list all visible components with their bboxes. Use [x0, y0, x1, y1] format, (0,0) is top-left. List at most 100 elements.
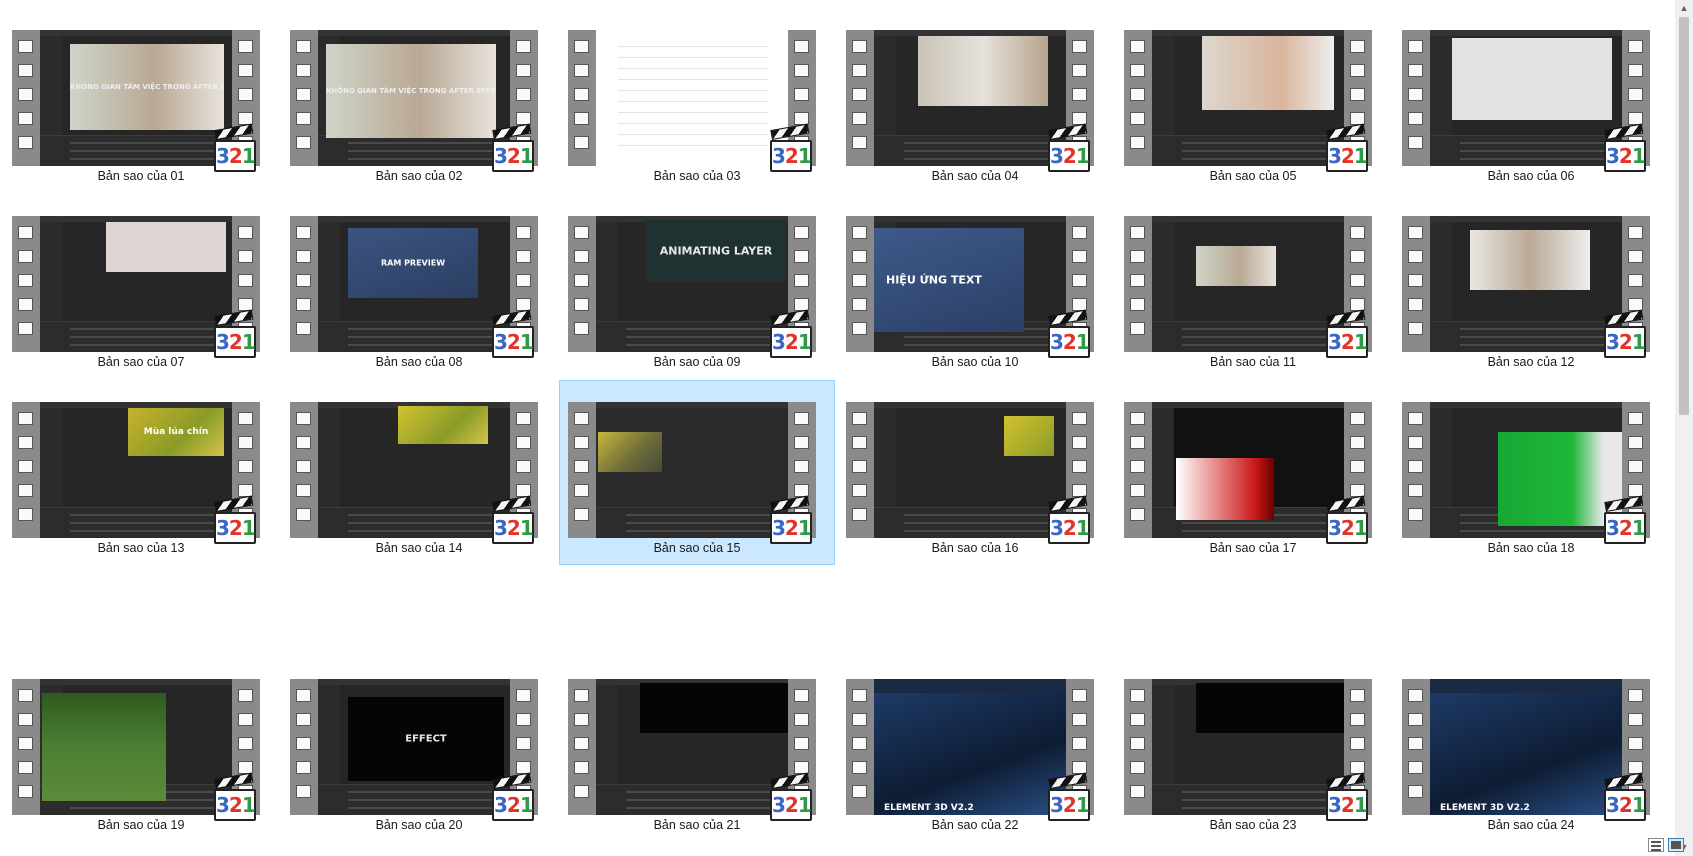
file-item[interactable]: 321 Bản sao của 16 [837, 380, 1113, 565]
video-overlay-text: KHÔNG GIAN TÂM VIỆC TRONG AFTER EFFECT [326, 87, 496, 95]
film-strip-edge [568, 402, 596, 538]
video-preview [1452, 38, 1612, 120]
badge-digit: 3 [216, 330, 230, 354]
badge-digit: 2 [506, 793, 521, 817]
file-item[interactable]: Mùa lúa chín 321 Bản sao của 13 [3, 380, 279, 565]
video-frame [1152, 679, 1344, 815]
file-item[interactable]: HIỆU ỨNG TEXT 321 Bản sao của 10 [837, 194, 1113, 379]
file-item[interactable]: 321 Bản sao của 05 [1115, 8, 1391, 193]
file-name-label: Bản sao của 12 [1487, 355, 1575, 369]
video-frame: ELEMENT 3D V2.2 [874, 679, 1066, 815]
video-frame [1430, 30, 1622, 166]
file-item[interactable]: 321 Bản sao của 17 [1115, 380, 1391, 565]
file-name-label: Bản sao của 24 [1487, 818, 1575, 832]
badge-digit: 2 [228, 793, 243, 817]
media-player-classic-icon: 321 [1324, 123, 1370, 174]
file-name-label: Bản sao của 04 [931, 169, 1019, 183]
video-frame [1152, 30, 1344, 166]
film-strip-edge [290, 30, 318, 166]
video-preview [42, 693, 166, 801]
badge-digit: 3 [772, 330, 786, 354]
file-item[interactable]: FLIGHT321Bản sao của 18 [1393, 380, 1669, 565]
video-thumbnail: 321 [568, 402, 816, 544]
video-preview [640, 683, 788, 733]
badge-digit: 1 [1631, 793, 1646, 817]
media-player-classic-icon: 321 [768, 309, 814, 360]
badge-digit: 2 [1618, 516, 1633, 540]
media-player-classic-icon: 321 [490, 772, 536, 823]
video-preview [1202, 36, 1334, 110]
badge-digit: 1 [241, 516, 256, 540]
file-item[interactable]: 321 Bản sao của 14 [281, 380, 557, 565]
badge-digit: 2 [1062, 793, 1077, 817]
badge-digit: 1 [1353, 330, 1368, 354]
file-item[interactable]: KHÔNG GIAN TÂM VIỆC TRONG AFTER EFFECT 32… [281, 8, 557, 193]
file-item[interactable]: 321 Bản sao của 07 [3, 194, 279, 379]
file-name-label: Bản sao của 01 [97, 169, 185, 183]
media-player-classic-icon: 321 [1046, 309, 1092, 360]
file-item[interactable]: 321 Bản sao của 23 [1115, 657, 1391, 842]
badge-digit: 3 [1328, 330, 1342, 354]
film-strip-edge [846, 216, 874, 352]
file-name-label: Bản sao của 20 [375, 818, 463, 832]
badge-digit: 3 [1606, 516, 1620, 540]
file-item[interactable]: KHÓNG GIAN TÂM VIỆC TRONG AFTER EFFECT 32… [3, 8, 279, 193]
video-thumbnail: HIỆU ỨNG TEXT 321 [846, 216, 1094, 358]
video-preview: HIỆU ỨNG TEXT [874, 228, 1024, 332]
details-view-icon[interactable] [1648, 838, 1664, 852]
media-player-classic-icon: 321 [768, 772, 814, 823]
badge-digit: 1 [1075, 144, 1090, 168]
film-strip-edge [12, 679, 40, 815]
file-item[interactable]: 321 Bản sao của 06 [1393, 8, 1669, 193]
file-name-label: Bản sao của 07 [97, 355, 185, 369]
media-player-classic-icon: 321 [1046, 772, 1092, 823]
video-frame [1430, 216, 1622, 352]
badge-digit: 3 [1606, 330, 1620, 354]
media-player-classic-icon: 321 [1602, 309, 1648, 360]
file-name-label: Bản sao của 18 [1487, 541, 1575, 555]
badge-digit: 2 [1340, 516, 1355, 540]
badge-digit: 3 [772, 144, 786, 168]
file-name-label: Bản sao của 13 [97, 541, 185, 555]
film-strip-edge [1402, 402, 1430, 538]
file-item[interactable]: 321 Bản sao của 04 [837, 8, 1113, 193]
badge-digit: 3 [1328, 793, 1342, 817]
file-item[interactable]: 321 Bản sao của 19 [3, 657, 279, 842]
badge-digit: 3 [494, 144, 508, 168]
video-overlay-text: RAM PREVIEW [380, 258, 446, 268]
file-name-label: Bản sao của 21 [653, 818, 741, 832]
badge-digit: 1 [1631, 330, 1646, 354]
badge-digit: 1 [797, 516, 812, 540]
file-item[interactable]: 321 Bản sao của 21 [559, 657, 835, 842]
badge-digit: 1 [519, 516, 534, 540]
scrollbar-thumb[interactable] [1679, 17, 1689, 415]
file-item[interactable]: RAM PREVIEW 321 Bản sao của 08 [281, 194, 557, 379]
badge-digit: 2 [784, 516, 799, 540]
media-player-classic-icon: 321 [1046, 495, 1092, 546]
file-item[interactable]: ELEMENT 3D V2.2 321 Bản sao của 22 [837, 657, 1113, 842]
file-item[interactable]: EFFECT 321 Bản sao của 20 [281, 657, 557, 842]
video-frame: KHÔNG GIAN TÂM VIỆC TRONG AFTER EFFECT [318, 30, 510, 166]
chevron-up-icon[interactable]: ▲ [1675, 0, 1693, 17]
large-icons-view-icon[interactable] [1668, 838, 1684, 852]
file-item[interactable]: 321 Bản sao của 11 [1115, 194, 1391, 379]
file-item[interactable]: ANIMATING LAYER 321 Bản sao của 09 [559, 194, 835, 379]
badge-digit: 3 [216, 516, 230, 540]
video-frame: KHÓNG GIAN TÂM VIỆC TRONG AFTER EFFECT [40, 30, 232, 166]
file-item[interactable]: 321 Bản sao của 12 [1393, 194, 1669, 379]
file-item[interactable]: ELEMENT 3D V2.2 321 Bản sao của 24 [1393, 657, 1669, 842]
film-strip-edge [290, 402, 318, 538]
film-strip-edge [1124, 679, 1152, 815]
file-item[interactable]: 321 Bản sao của 03 [559, 8, 835, 193]
video-preview [398, 406, 488, 444]
vertical-scrollbar[interactable]: ▲ ▼ [1675, 0, 1693, 856]
file-name-label: Bản sao của 09 [653, 355, 741, 369]
video-preview: ELEMENT 3D V2.2 [1430, 693, 1622, 815]
badge-digit: 3 [1606, 144, 1620, 168]
file-item[interactable]: 321 Bản sao của 15 [559, 380, 835, 565]
video-thumbnail: 321 [1124, 30, 1372, 172]
file-name-label: Bản sao của 14 [375, 541, 463, 555]
video-preview: EFFECT [348, 697, 504, 781]
badge-digit: 2 [1618, 330, 1633, 354]
badge-digit: 1 [241, 330, 256, 354]
